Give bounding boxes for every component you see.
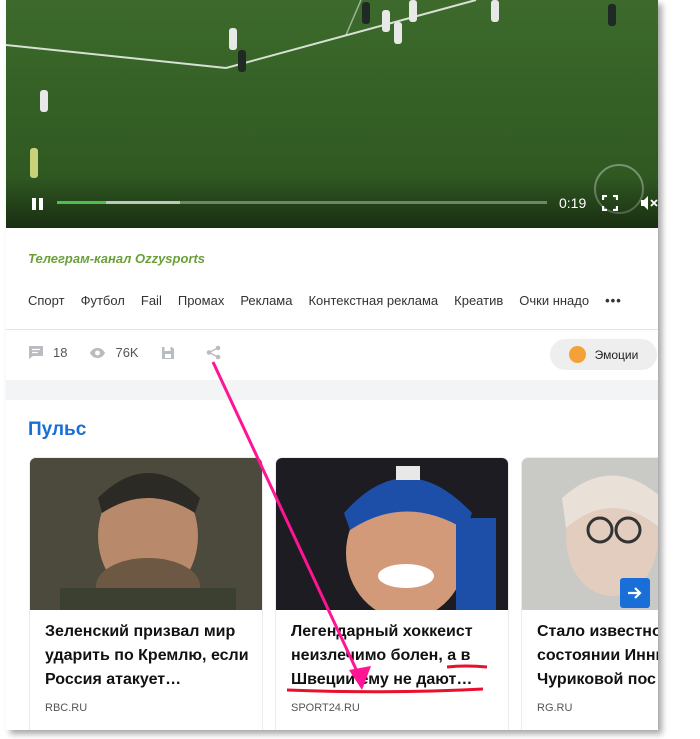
news-image bbox=[30, 458, 262, 610]
video-progress-bar[interactable] bbox=[57, 201, 547, 204]
share-icon[interactable] bbox=[206, 345, 221, 360]
tag-link[interactable]: Промах bbox=[178, 293, 224, 308]
pulse-heading: Пульс bbox=[28, 419, 87, 440]
news-title: Легендарный хоккеист неизлечимо болен, а… bbox=[291, 623, 473, 688]
tag-list: Спорт Футбол Fail Промах Реклама Контекстная … bbox=[28, 293, 638, 308]
tag-link[interactable]: Спорт bbox=[28, 293, 65, 308]
save-icon[interactable] bbox=[161, 346, 175, 360]
tag-link[interactable]: Футбол bbox=[81, 293, 125, 308]
player-figure bbox=[608, 4, 616, 26]
player-figure bbox=[229, 28, 237, 50]
comment-icon bbox=[29, 346, 43, 359]
player-figure bbox=[362, 2, 370, 24]
views-count: 76K bbox=[115, 345, 139, 360]
tag-link[interactable]: Реклама bbox=[240, 293, 292, 308]
news-card[interactable]: Зеленский призвал мир ударить по Кремлю,… bbox=[30, 458, 262, 730]
post-stats: 18 76K bbox=[28, 345, 252, 360]
player-figure bbox=[40, 90, 48, 112]
pause-icon[interactable] bbox=[32, 198, 44, 210]
player-figure bbox=[30, 148, 38, 178]
emotions-button[interactable]: Эмоции bbox=[550, 339, 657, 370]
player-figure bbox=[238, 50, 246, 72]
player-figure bbox=[491, 0, 499, 22]
more-tags-button[interactable]: ••• bbox=[605, 293, 622, 308]
channel-link[interactable]: Телеграм-канал Ozzysports bbox=[28, 251, 205, 266]
player-figure bbox=[394, 22, 402, 44]
comments-stat[interactable]: 18 bbox=[28, 345, 67, 360]
tag-link[interactable]: Контекстная реклама bbox=[308, 293, 438, 308]
tag-link[interactable]: Fail bbox=[141, 293, 162, 308]
post-frame: 0:19 Телеграм-канал Ozzysports Спорт Футб… bbox=[6, 0, 658, 730]
mute-icon[interactable] bbox=[640, 195, 658, 211]
news-source: RBC.RU bbox=[45, 702, 88, 714]
comments-count: 18 bbox=[53, 345, 68, 360]
save-stat[interactable] bbox=[161, 346, 184, 360]
news-title: Зеленский призвал мир ударить по Кремлю,… bbox=[45, 623, 249, 688]
share-stat[interactable] bbox=[206, 345, 230, 360]
news-image bbox=[276, 458, 508, 610]
video-played bbox=[57, 201, 106, 204]
section-separator bbox=[6, 380, 658, 400]
emotions-label: Эмоции bbox=[594, 347, 639, 362]
video-player[interactable]: 0:19 bbox=[6, 0, 658, 228]
player-figure bbox=[409, 0, 417, 22]
news-card[interactable]: Легендарный хоккеист неизлечимо болен, а… bbox=[276, 458, 508, 730]
emoji-icon bbox=[568, 346, 586, 363]
views-stat: 76K bbox=[89, 345, 139, 360]
video-time: 0:19 bbox=[559, 195, 587, 211]
player-figure bbox=[382, 10, 390, 32]
arrow-right-icon bbox=[628, 587, 642, 599]
news-title: Стало известно о состоянии Инны Чуриково… bbox=[537, 623, 658, 688]
carousel-next-button[interactable] bbox=[620, 578, 650, 608]
tag-link[interactable]: Очки ннадо bbox=[519, 293, 589, 308]
fullscreen-icon[interactable] bbox=[602, 195, 618, 211]
eye-icon bbox=[90, 347, 106, 358]
news-source: RG.RU bbox=[537, 702, 573, 714]
divider bbox=[6, 329, 658, 330]
tag-link[interactable]: Креатив bbox=[454, 293, 503, 308]
news-source: SPORT24.RU bbox=[291, 702, 360, 714]
